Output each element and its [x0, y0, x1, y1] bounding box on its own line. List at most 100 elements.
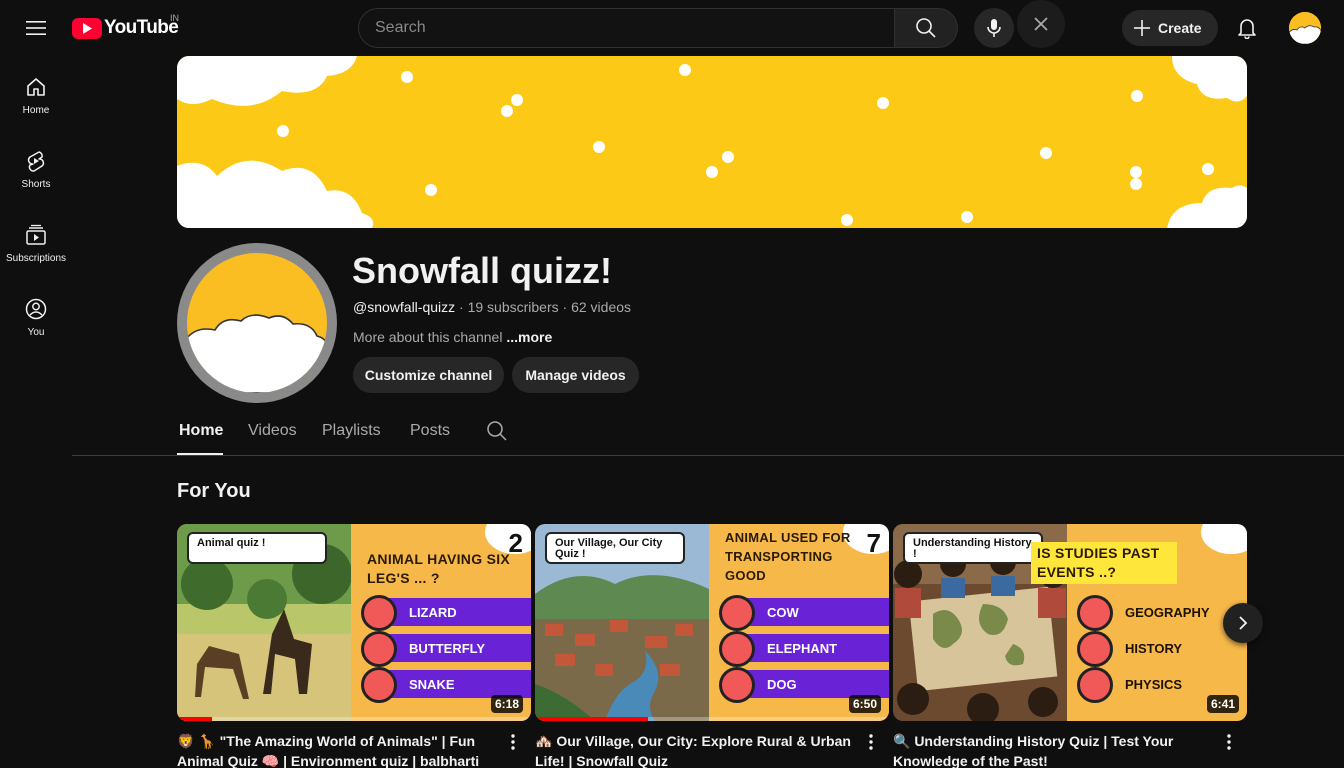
channel-banner — [177, 56, 1247, 228]
tab-home[interactable]: Home — [179, 422, 223, 440]
answer-option: HISTORY — [1077, 631, 1247, 667]
thumbnail-tag: Understanding History ! — [903, 532, 1043, 564]
country-code: IN — [170, 13, 179, 23]
youtube-play-icon — [72, 17, 102, 39]
sidebar-item-home[interactable]: Home — [0, 56, 72, 130]
create-label: Create — [1158, 20, 1202, 36]
thumbnail-quiz-panel: IS STUDIES PAST EVENTS ..? GEOGRAPHY HIS… — [1031, 524, 1247, 721]
manage-videos-button[interactable]: Manage videos — [512, 357, 639, 393]
voice-search-button[interactable] — [974, 8, 1014, 48]
sidebar-item-label: Home — [22, 105, 50, 116]
question-text: IS STUDIES PAST EVENTS ..? — [1031, 542, 1177, 584]
video-thumbnail[interactable]: Our Village, Our City Quiz ! 7 ANIMAL US… — [535, 524, 889, 721]
answer-option: PHYSICS — [1077, 667, 1247, 703]
video-duration: 6:50 — [848, 695, 881, 713]
home-icon — [27, 78, 45, 96]
video-count: 62 videos — [571, 299, 632, 315]
answer-option: SNAKE — [361, 667, 531, 703]
channel-tabs: Home Videos Playlists Posts — [72, 410, 1344, 456]
video-card[interactable]: Understanding History ! IS STUDIES PAST … — [893, 524, 1247, 768]
search-button[interactable] — [894, 8, 958, 48]
answer-option: COW — [719, 595, 889, 631]
watch-progress-track — [177, 717, 531, 721]
video-thumbnail[interactable]: Animal quiz ! 2 ANIMAL HAVING SIX LEG'S … — [177, 524, 531, 721]
search-box — [358, 8, 894, 48]
question-text: ANIMAL HAVING SIX LEG'S ... ? — [367, 551, 511, 586]
question-text: ANIMAL USED FOR TRANSPORTING GOOD — [725, 530, 851, 583]
tab-videos[interactable]: Videos — [248, 422, 297, 440]
answer-option: ELEPHANT — [719, 631, 889, 667]
notifications-button[interactable] — [1227, 8, 1267, 48]
video-title[interactable]: 🦁 🦒 "The Amazing World of Animals" | Fun… — [177, 731, 503, 768]
video-menu-button[interactable] — [1217, 730, 1241, 754]
video-menu-button[interactable] — [501, 730, 525, 754]
more-vert-icon — [511, 734, 515, 750]
meta-separator: · — [562, 299, 572, 315]
channel-about-link[interactable]: More about this channel ...more — [353, 329, 552, 345]
video-thumbnail[interactable]: Understanding History ! IS STUDIES PAST … — [893, 524, 1247, 721]
sidebar-item-label: Shorts — [21, 179, 51, 190]
create-button[interactable]: Create — [1122, 10, 1218, 46]
channel-avatar[interactable] — [177, 243, 337, 403]
video-duration: 6:41 — [1206, 695, 1239, 713]
avatar-cloud-icon — [187, 314, 327, 393]
microphone-icon — [987, 19, 1001, 37]
answer-option: BUTTERFLY — [361, 631, 531, 667]
sidebar-item-label: You — [27, 327, 45, 338]
subscriber-count: 19 subscribers — [467, 299, 559, 315]
active-tab-indicator — [177, 453, 223, 455]
youtube-logo[interactable]: YouTube IN — [72, 13, 179, 40]
tab-search-button[interactable] — [486, 420, 508, 447]
thumbnail-quiz-panel: 2 ANIMAL HAVING SIX LEG'S ... ? LIZARD B… — [351, 524, 531, 721]
close-icon — [1034, 17, 1048, 31]
sidebar: Home Shorts Subscriptions You — [0, 56, 72, 352]
plus-icon — [1134, 20, 1150, 36]
channel-meta: @snowfall-quizz · 19 subscribers · 62 vi… — [353, 299, 631, 315]
thumbnail-tag: Animal quiz ! — [187, 532, 327, 564]
logo-text: YouTube — [104, 17, 179, 38]
meta-separator: · — [459, 299, 468, 315]
shorts-icon — [27, 151, 45, 172]
cloud-decoration — [1201, 524, 1247, 554]
channel-handle: @snowfall-quizz — [353, 299, 456, 315]
about-text: More about this channel — [353, 329, 503, 345]
sidebar-item-you[interactable]: You — [0, 278, 72, 352]
video-card[interactable]: Animal quiz ! 2 ANIMAL HAVING SIX LEG'S … — [177, 524, 531, 768]
search-icon — [916, 18, 936, 38]
video-title[interactable]: 🏘️ Our Village, Our City: Explore Rural … — [535, 731, 861, 768]
sidebar-item-shorts[interactable]: Shorts — [0, 130, 72, 204]
avatar-cloud-icon — [1289, 12, 1321, 44]
more-vert-icon — [1227, 734, 1231, 750]
tab-playlists[interactable]: Playlists — [322, 422, 381, 440]
clear-search-button[interactable] — [1017, 0, 1065, 48]
sidebar-item-subscriptions[interactable]: Subscriptions — [0, 204, 72, 278]
watch-progress-bar — [177, 717, 213, 721]
video-title[interactable]: 🔍 Understanding History Quiz | Test Your… — [893, 731, 1219, 768]
more-link[interactable]: ...more — [506, 329, 552, 345]
video-menu-button[interactable] — [859, 730, 883, 754]
section-title: For You — [177, 480, 251, 502]
customize-channel-button[interactable]: Customize channel — [353, 357, 504, 393]
chevron-right-icon — [1239, 616, 1248, 630]
video-card[interactable]: Our Village, Our City Quiz ! 7 ANIMAL US… — [535, 524, 889, 768]
thumbnail-tag: Our Village, Our City Quiz ! — [545, 532, 685, 564]
answer-option: LIZARD — [361, 595, 531, 631]
thumbnail-quiz-panel: 7 ANIMAL USED FOR TRANSPORTING GOOD COW … — [709, 524, 889, 721]
answer-option: DOG — [719, 667, 889, 703]
account-avatar[interactable] — [1289, 12, 1321, 44]
watch-progress-bar — [535, 717, 649, 721]
next-arrow-button[interactable] — [1223, 603, 1263, 643]
bell-icon — [1238, 19, 1256, 39]
more-vert-icon — [869, 734, 873, 750]
menu-button[interactable] — [16, 8, 56, 48]
search-bar — [358, 0, 1065, 48]
you-icon — [25, 298, 47, 320]
video-duration: 6:18 — [490, 695, 523, 713]
search-icon — [487, 421, 507, 441]
search-input[interactable] — [375, 19, 894, 37]
sidebar-item-label: Subscriptions — [5, 253, 67, 264]
top-bar: YouTube IN Create — [0, 0, 1344, 56]
channel-title: Snowfall quizz! — [352, 250, 612, 291]
hamburger-icon — [26, 21, 46, 35]
tab-posts[interactable]: Posts — [410, 422, 450, 440]
